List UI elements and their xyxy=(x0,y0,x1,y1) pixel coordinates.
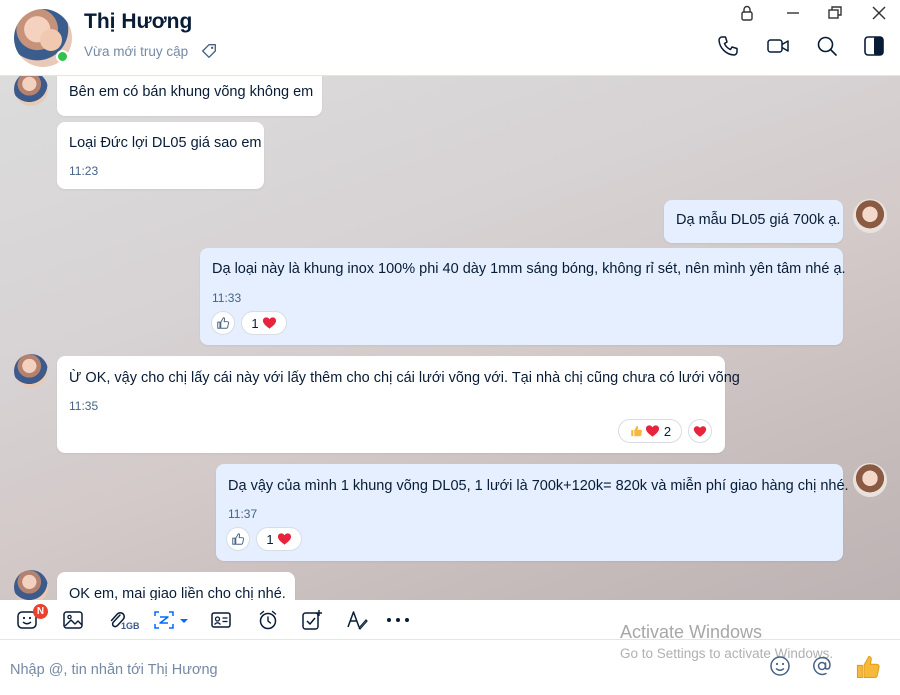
screenshot-icon[interactable] xyxy=(153,609,175,631)
phone-icon[interactable] xyxy=(716,34,740,58)
new-badge: N xyxy=(33,604,48,619)
chevron-down-icon[interactable] xyxy=(177,609,191,631)
lock-icon[interactable] xyxy=(737,3,757,23)
text-format-icon[interactable] xyxy=(346,609,368,631)
contact-avatar-small[interactable] xyxy=(14,354,48,388)
activation-watermark-subtitle: Go to Settings to activate Windows. xyxy=(620,646,834,661)
message-text: Bên em có bán khung võng không em xyxy=(69,84,314,100)
maximize-icon[interactable] xyxy=(825,3,845,23)
conversation-info-icon[interactable] xyxy=(862,34,886,58)
thumbs-up-icon xyxy=(217,317,230,329)
chat-header: Thị Hương Vừa mới truy cập xyxy=(0,0,900,76)
search-icon[interactable] xyxy=(815,34,839,58)
message-bubble-incoming[interactable]: Bên em có bán khung võng không em xyxy=(57,76,322,116)
my-avatar[interactable] xyxy=(853,199,887,233)
message-bubble-outgoing[interactable]: Dạ loại này là khung inox 100% phi 40 dà… xyxy=(200,248,846,345)
message-text: Dạ mẫu DL05 giá 700k ạ. xyxy=(676,212,841,228)
heart-icon xyxy=(645,425,659,437)
emoji-icon[interactable] xyxy=(768,654,792,678)
message-bubble-outgoing[interactable]: Dạ mẫu DL05 giá 700k ạ. xyxy=(664,200,843,243)
reaction-count: 1 xyxy=(266,531,274,547)
online-status-dot xyxy=(56,50,69,63)
message-text: OK em, mai giao liền cho chị nhé. xyxy=(69,586,286,600)
message-text: Ừ OK, vậy cho chị lấy cái này với lấy th… xyxy=(69,370,740,386)
like-reaction-button[interactable] xyxy=(211,311,235,335)
minimize-icon[interactable] xyxy=(783,3,803,23)
image-icon[interactable] xyxy=(62,609,84,631)
reaction-summary[interactable]: 1 xyxy=(256,527,302,551)
contact-status: Vừa mới truy cập xyxy=(84,44,189,59)
reaction-count: 1 xyxy=(251,315,259,331)
message-bubble-incoming[interactable]: Ừ OK, vậy cho chị lấy cái này với lấy th… xyxy=(57,356,740,453)
composer-toolbar xyxy=(0,600,900,640)
thumbs-up-icon xyxy=(232,533,245,545)
my-avatar[interactable] xyxy=(853,463,887,497)
message-bubble-incoming[interactable]: Loại Đức lợi DL05 giá sao em 11:23 xyxy=(57,122,264,189)
file-size-limit: 1GB xyxy=(121,621,140,631)
message-input[interactable] xyxy=(10,658,590,682)
reminder-clock-icon[interactable] xyxy=(257,609,279,631)
activation-watermark-title: Activate Windows xyxy=(620,622,763,642)
heart-icon xyxy=(262,317,276,329)
heart-reaction-button[interactable] xyxy=(688,419,712,443)
like-reaction-button[interactable] xyxy=(226,527,250,551)
mention-icon[interactable] xyxy=(810,654,834,678)
thumbs-up-icon xyxy=(631,425,642,437)
message-text: Dạ vậy của mình 1 khung võng DL05, 1 lướ… xyxy=(228,478,849,494)
contact-name[interactable]: Thị Hương xyxy=(84,10,192,34)
heart-icon xyxy=(693,425,707,437)
message-text: Loại Đức lợi DL05 giá sao em xyxy=(69,135,262,151)
close-icon[interactable] xyxy=(869,3,889,23)
contact-avatar-small[interactable] xyxy=(14,76,48,106)
reaction-count: 2 xyxy=(663,423,672,439)
reaction-summary[interactable]: 2 xyxy=(618,419,682,443)
message-time: 11:23 xyxy=(69,164,99,178)
tag-icon[interactable] xyxy=(200,42,218,60)
message-list[interactable]: Bên em có bán khung võng không em Loại Đ… xyxy=(0,76,900,600)
reaction-summary[interactable]: 1 xyxy=(241,311,287,335)
message-bubble-outgoing[interactable]: Dạ vậy của mình 1 khung võng DL05, 1 lướ… xyxy=(216,464,849,561)
message-text: Dạ loại này là khung inox 100% phi 40 dà… xyxy=(212,261,846,277)
heart-icon xyxy=(277,533,291,545)
video-call-icon[interactable] xyxy=(766,34,790,58)
message-time: 11:37 xyxy=(228,507,258,521)
quick-like-icon[interactable] xyxy=(855,654,881,680)
contact-card-icon[interactable] xyxy=(210,609,232,631)
task-icon[interactable] xyxy=(301,609,323,631)
message-time: 11:35 xyxy=(69,399,99,413)
message-time: 11:33 xyxy=(212,291,242,305)
more-options-icon[interactable] xyxy=(385,609,411,631)
contact-avatar-small[interactable] xyxy=(14,570,48,600)
message-bubble-incoming[interactable]: OK em, mai giao liền cho chị nhé. xyxy=(57,572,295,600)
